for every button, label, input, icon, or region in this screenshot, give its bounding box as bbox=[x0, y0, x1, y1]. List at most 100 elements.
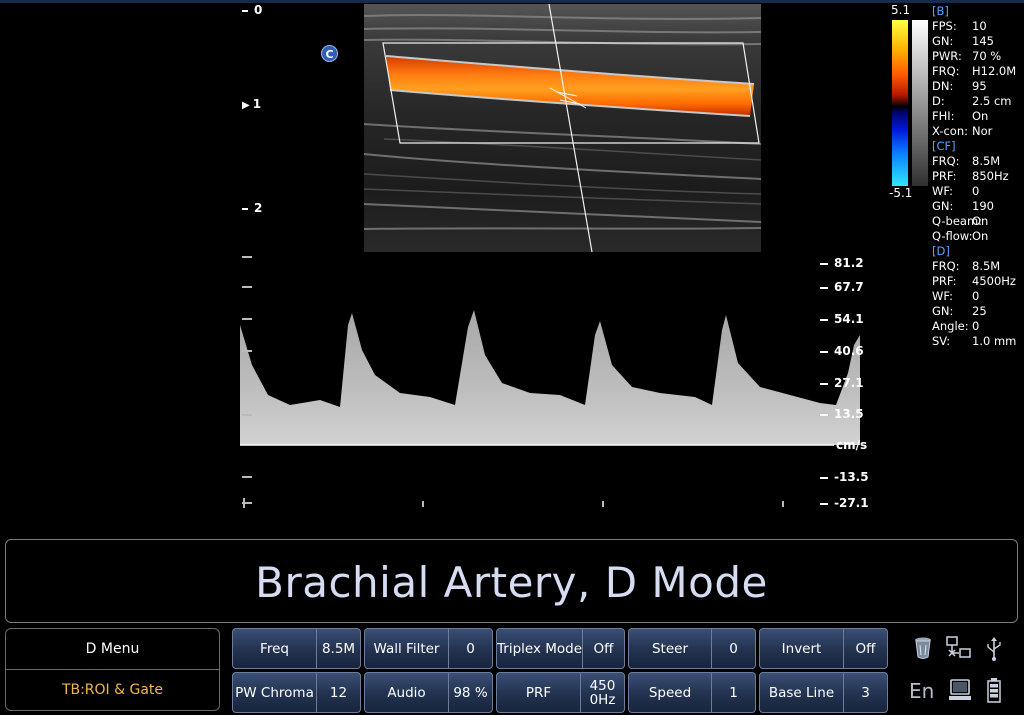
annotation-title: Brachial Artery, D Mode bbox=[255, 558, 768, 607]
parameter-panel: [B] FPS: 10 GN: 145 PWR: 70 % FRQ: H12.0M DN: 95 D:… bbox=[932, 4, 1024, 349]
param-value: 145 bbox=[972, 34, 994, 48]
param-row: Angle: 0 bbox=[932, 319, 1024, 334]
param-row: PRF: 850Hz bbox=[932, 169, 1024, 184]
param-row: PWR: 70 % bbox=[932, 49, 1024, 64]
velocity-label-neg-27-1: -27.1 bbox=[820, 496, 869, 510]
param-row: FHI: On bbox=[932, 109, 1024, 124]
param-value: 95 bbox=[972, 79, 987, 93]
param-key: X-con: bbox=[932, 124, 968, 138]
param-key: DN: bbox=[932, 79, 954, 93]
trackball-roi-gate-button[interactable]: TB:ROI & Gate bbox=[6, 670, 219, 711]
language-indicator[interactable]: En bbox=[909, 679, 934, 703]
param-row: DN: 95 bbox=[932, 79, 1024, 94]
trash-icon[interactable] bbox=[912, 636, 934, 664]
color-marker-icon: C bbox=[321, 45, 338, 62]
wall-filter-value: 0 bbox=[448, 629, 492, 668]
prf-value: 450 0Hz bbox=[580, 673, 624, 712]
steer-value: 0 bbox=[711, 629, 755, 668]
param-row: Q-flow:On bbox=[932, 229, 1024, 244]
param-key: PRF: bbox=[932, 274, 957, 288]
param-section-header: [D] bbox=[932, 244, 950, 258]
velocity-label-81-2: 81.2 bbox=[820, 256, 864, 270]
param-row: FPS: 10 bbox=[932, 19, 1024, 34]
param-key: SV: bbox=[932, 334, 951, 348]
param-key: GN: bbox=[932, 199, 954, 213]
grayscale-bar bbox=[912, 20, 928, 186]
prf-softkey[interactable]: PRF 450 0Hz bbox=[496, 672, 625, 713]
bmode-image bbox=[364, 4, 761, 252]
param-row: FRQ: H12.0M bbox=[932, 64, 1024, 79]
speed-softkey[interactable]: Speed 1 bbox=[628, 672, 756, 713]
param-key: FPS: bbox=[932, 19, 957, 33]
wall-filter-softkey[interactable]: Wall Filter 0 bbox=[364, 628, 493, 669]
speed-label: Speed bbox=[648, 684, 692, 701]
depth-mark-2: 2 bbox=[242, 201, 262, 215]
color-velocity-bar bbox=[892, 20, 908, 186]
param-value: 0 bbox=[972, 184, 980, 198]
param-key: FHI: bbox=[932, 109, 955, 123]
battery-icon bbox=[986, 677, 1002, 707]
color-bar-max: 5.1 bbox=[891, 3, 911, 17]
param-key: GN: bbox=[932, 304, 954, 318]
param-row: FRQ: 8.5M bbox=[932, 259, 1024, 274]
param-value: 10 bbox=[972, 19, 987, 33]
param-key: PWR: bbox=[932, 49, 962, 63]
d-menu-button[interactable]: D Menu bbox=[6, 629, 219, 670]
param-value: 0 bbox=[972, 319, 980, 333]
param-value: 2.5 cm bbox=[972, 94, 1012, 108]
audio-value: 98 % bbox=[448, 673, 492, 712]
param-value: 70 % bbox=[972, 49, 1002, 63]
freq-softkey[interactable]: Freq 8.5M bbox=[232, 628, 361, 669]
param-row: SV: 1.0 mm bbox=[932, 334, 1024, 349]
base-line-value: 3 bbox=[843, 673, 887, 712]
base-line-label: Base Line bbox=[768, 684, 835, 701]
annotation-box[interactable]: Brachial Artery, D Mode bbox=[5, 539, 1018, 623]
invert-softkey[interactable]: Invert Off bbox=[759, 628, 888, 669]
param-value: 0 bbox=[972, 289, 980, 303]
param-value: Nor bbox=[972, 124, 993, 138]
audio-label: Audio bbox=[387, 684, 426, 701]
top-border bbox=[0, 0, 1024, 3]
pw-chroma-softkey[interactable]: PW Chroma 12 bbox=[232, 672, 361, 713]
param-key: FRQ: bbox=[932, 259, 960, 273]
velocity-unit: cm/s bbox=[836, 438, 868, 452]
base-line-softkey[interactable]: Base Line 3 bbox=[759, 672, 888, 713]
param-key: WF: bbox=[932, 184, 953, 198]
invert-label: Invert bbox=[781, 640, 822, 657]
param-row: D: 2.5 cm bbox=[932, 94, 1024, 109]
param-value: H12.0M bbox=[972, 64, 1017, 78]
prf-label: PRF bbox=[525, 684, 552, 701]
velocity-label-67-7: 67.7 bbox=[820, 280, 864, 294]
param-value: 190 bbox=[972, 199, 994, 213]
steer-softkey[interactable]: Steer 0 bbox=[628, 628, 756, 669]
triplex-mode-softkey[interactable]: Triplex Mode Off bbox=[496, 628, 625, 669]
param-key: Q-flow: bbox=[932, 229, 973, 243]
param-key: WF: bbox=[932, 289, 953, 303]
triplex-mode-value: Off bbox=[582, 629, 624, 668]
freq-value: 8.5M bbox=[316, 629, 360, 668]
param-section-header: [B] bbox=[932, 4, 949, 18]
param-value: 25 bbox=[972, 304, 987, 318]
pw-chroma-label: PW Chroma bbox=[235, 684, 314, 701]
param-section-header: [CF] bbox=[932, 139, 956, 153]
network-disconnected-icon[interactable] bbox=[946, 636, 972, 664]
param-value: On bbox=[972, 229, 989, 243]
param-row: Q-beam:On bbox=[932, 214, 1024, 229]
param-key: PRF: bbox=[932, 169, 957, 183]
usb-icon[interactable] bbox=[985, 636, 1003, 666]
param-row: FRQ: 8.5M bbox=[932, 154, 1024, 169]
param-key: D: bbox=[932, 94, 945, 108]
param-row: X-con: Nor bbox=[932, 124, 1024, 139]
param-key: Q-beam: bbox=[932, 214, 983, 228]
speed-value: 1 bbox=[711, 673, 755, 712]
param-row: GN: 145 bbox=[932, 34, 1024, 49]
param-row: WF: 0 bbox=[932, 289, 1024, 304]
param-key: GN: bbox=[932, 34, 954, 48]
audio-softkey[interactable]: Audio 98 % bbox=[364, 672, 493, 713]
computer-icon[interactable] bbox=[948, 678, 972, 706]
triplex-mode-label: Triplex Mode bbox=[497, 640, 583, 657]
wall-filter-label: Wall Filter bbox=[373, 640, 440, 657]
invert-value: Off bbox=[843, 629, 887, 668]
param-value: On bbox=[972, 214, 989, 228]
pw-chroma-value: 12 bbox=[316, 673, 360, 712]
